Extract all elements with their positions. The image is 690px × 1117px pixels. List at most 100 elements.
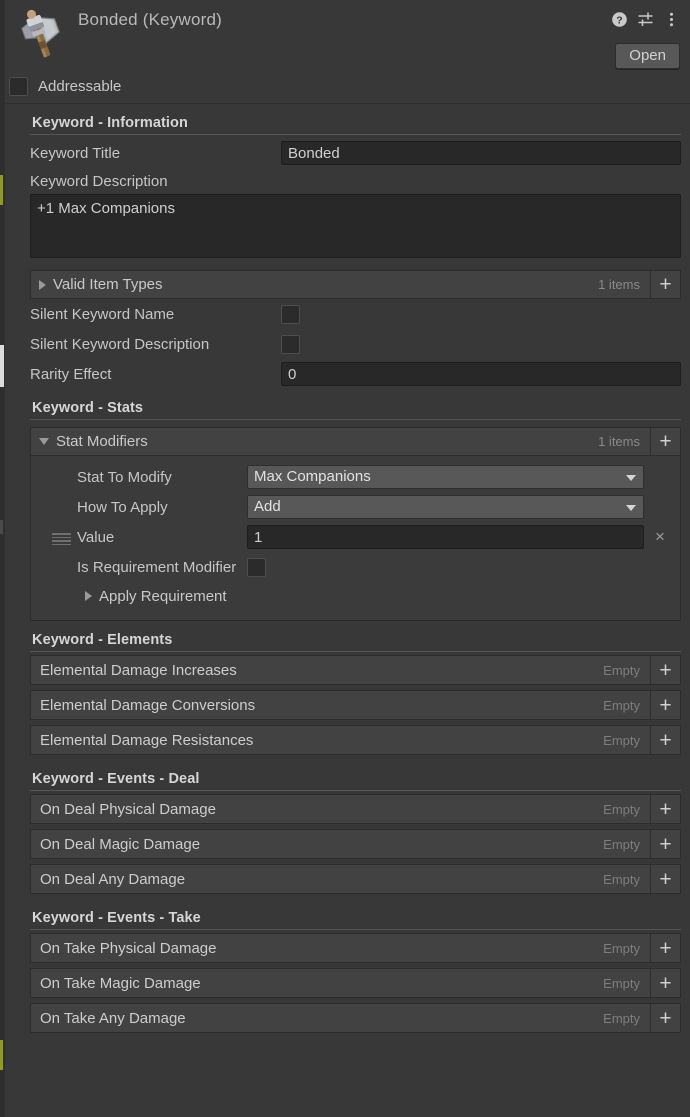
axe-asset-icon xyxy=(10,6,68,64)
list-item: Elemental Damage Resistances Empty + xyxy=(30,725,681,755)
list-item-status: Empty xyxy=(603,836,640,852)
adjacent-panel-edge xyxy=(0,0,5,1117)
list-item-label: On Deal Magic Damage xyxy=(40,835,201,853)
list-item-status: Empty xyxy=(603,940,640,956)
value-label: Value xyxy=(77,528,115,546)
silent-keyword-description-checkbox[interactable] xyxy=(281,334,300,354)
silent-keyword-name-checkbox[interactable] xyxy=(281,304,300,324)
valid-item-types-add-button[interactable]: + xyxy=(650,270,681,299)
keyword-title-label: Keyword Title xyxy=(30,144,121,162)
inspector-header: Bonded (Keyword) ? Open xyxy=(0,0,690,72)
on-deal-any-damage-row[interactable]: On Deal Any Damage Empty xyxy=(30,864,650,894)
list-item-label: On Take Any Damage xyxy=(40,1009,186,1027)
list-item: On Deal Any Damage Empty + xyxy=(30,864,681,894)
section-title-information: Keyword - Information xyxy=(32,115,188,131)
keyword-title-row: Keyword Title xyxy=(30,138,681,168)
list-item: On Deal Physical Damage Empty + xyxy=(30,794,681,824)
section-divider-elements xyxy=(30,651,681,652)
rarity-effect-input[interactable] xyxy=(281,362,681,386)
on-take-magic-damage-row[interactable]: On Take Magic Damage Empty xyxy=(30,968,650,998)
drag-handle-icon[interactable] xyxy=(52,533,71,545)
page-title: Bonded (Keyword) xyxy=(78,10,222,29)
is-requirement-modifier-checkbox[interactable] xyxy=(247,557,266,577)
keyword-description-textarea[interactable]: +1 Max Companions xyxy=(30,194,681,258)
list-item-label: On Deal Physical Damage xyxy=(40,800,216,818)
silent-keyword-name-row: Silent Keyword Name xyxy=(30,299,681,329)
stat-modifiers-label: Stat Modifiers xyxy=(56,433,148,450)
list-item-status: Empty xyxy=(603,697,640,713)
elemental-damage-increases-add-button[interactable]: + xyxy=(650,655,681,685)
section-divider-information xyxy=(30,134,681,135)
stat-to-modify-dropdown[interactable]: Max Companions xyxy=(247,465,644,489)
chevron-right-icon xyxy=(39,279,46,290)
remove-modifier-button[interactable]: × xyxy=(649,525,671,549)
elemental-damage-resistances-add-button[interactable]: + xyxy=(650,725,681,755)
elemental-damage-conversions-row[interactable]: Elemental Damage Conversions Empty xyxy=(30,690,650,720)
keyword-title-input[interactable] xyxy=(281,141,681,165)
section-divider-stats xyxy=(30,419,681,420)
addressable-checkbox[interactable] xyxy=(9,76,28,96)
chevron-right-icon xyxy=(85,591,92,601)
on-take-magic-damage-add-button[interactable]: + xyxy=(650,968,681,998)
help-icon[interactable]: ? xyxy=(611,11,628,28)
section-title-events-take: Keyword - Events - Take xyxy=(32,910,201,926)
list-item-status: Empty xyxy=(603,662,640,678)
stat-modifiers-foldout[interactable]: Stat Modifiers 1 items xyxy=(30,427,650,456)
is-requirement-modifier-row: Is Requirement Modifier xyxy=(40,552,671,582)
value-row: Value × xyxy=(40,522,671,552)
section-title-elements: Keyword - Elements xyxy=(32,632,173,648)
unity-inspector-panel: Bonded (Keyword) ? Open Addressable Keyw… xyxy=(0,0,690,1117)
on-take-physical-damage-row[interactable]: On Take Physical Damage Empty xyxy=(30,933,650,963)
valid-item-types-row: Valid Item Types 1 items + xyxy=(30,270,681,299)
list-item-label: On Take Physical Damage xyxy=(40,939,217,957)
svg-text:?: ? xyxy=(616,14,622,26)
on-deal-magic-damage-add-button[interactable]: + xyxy=(650,829,681,859)
elemental-damage-increases-row[interactable]: Elemental Damage Increases Empty xyxy=(30,655,650,685)
apply-requirement-label: Apply Requirement xyxy=(99,587,227,605)
list-item-label: On Deal Any Damage xyxy=(40,870,186,888)
list-item: Elemental Damage Conversions Empty + xyxy=(30,690,681,720)
dropdown-arrow-icon xyxy=(626,505,636,511)
list-item-status: Empty xyxy=(603,975,640,991)
header-icon-buttons: ? xyxy=(611,11,680,28)
list-item-label: Elemental Damage Resistances xyxy=(40,731,254,749)
on-deal-physical-damage-row[interactable]: On Deal Physical Damage Empty xyxy=(30,794,650,824)
on-deal-physical-damage-add-button[interactable]: + xyxy=(650,794,681,824)
section-title-events-deal: Keyword - Events - Deal xyxy=(32,771,200,787)
list-item-status: Empty xyxy=(603,732,640,748)
list-item: Elemental Damage Increases Empty + xyxy=(30,655,681,685)
list-item-status: Empty xyxy=(603,1010,640,1026)
list-item: On Take Magic Damage Empty + xyxy=(30,968,681,998)
stat-modifier-entry: Stat To Modify Max Companions How To App… xyxy=(30,456,681,621)
addressable-label: Addressable xyxy=(38,77,122,95)
section-divider-events-deal xyxy=(30,790,681,791)
open-button[interactable]: Open xyxy=(615,43,680,69)
valid-item-types-foldout[interactable]: Valid Item Types 1 items xyxy=(30,270,650,299)
on-deal-any-damage-add-button[interactable]: + xyxy=(650,864,681,894)
apply-requirement-foldout[interactable]: Apply Requirement xyxy=(40,582,671,610)
list-item-status: Empty xyxy=(603,871,640,887)
on-take-any-damage-row[interactable]: On Take Any Damage Empty xyxy=(30,1003,650,1033)
on-take-any-damage-add-button[interactable]: + xyxy=(650,1003,681,1033)
elemental-damage-conversions-add-button[interactable]: + xyxy=(650,690,681,720)
edge-highlight-c xyxy=(0,1040,3,1070)
stat-modifiers-add-button[interactable]: + xyxy=(650,427,681,456)
on-deal-magic-damage-row[interactable]: On Deal Magic Damage Empty xyxy=(30,829,650,859)
list-item-label: Elemental Damage Increases xyxy=(40,661,237,679)
preset-sliders-icon[interactable] xyxy=(637,11,654,28)
stat-to-modify-label: Stat To Modify xyxy=(77,468,172,486)
elements-list: Elemental Damage Increases Empty + Eleme… xyxy=(30,655,681,755)
value-input[interactable] xyxy=(247,525,644,549)
section-title-stats: Keyword - Stats xyxy=(32,400,144,416)
stat-modifiers-row: Stat Modifiers 1 items + xyxy=(30,427,681,456)
valid-item-types-count: 1 items xyxy=(598,277,640,292)
edge-highlight-a xyxy=(0,175,3,205)
elemental-damage-resistances-row[interactable]: Elemental Damage Resistances Empty xyxy=(30,725,650,755)
keyword-description-label: Keyword Description xyxy=(30,173,168,190)
how-to-apply-dropdown[interactable]: Add xyxy=(247,495,644,519)
list-item: On Take Any Damage Empty + xyxy=(30,1003,681,1033)
how-to-apply-row: How To Apply Add xyxy=(40,492,671,522)
kebab-menu-icon[interactable] xyxy=(663,11,680,28)
how-to-apply-value: Add xyxy=(254,498,281,515)
on-take-physical-damage-add-button[interactable]: + xyxy=(650,933,681,963)
